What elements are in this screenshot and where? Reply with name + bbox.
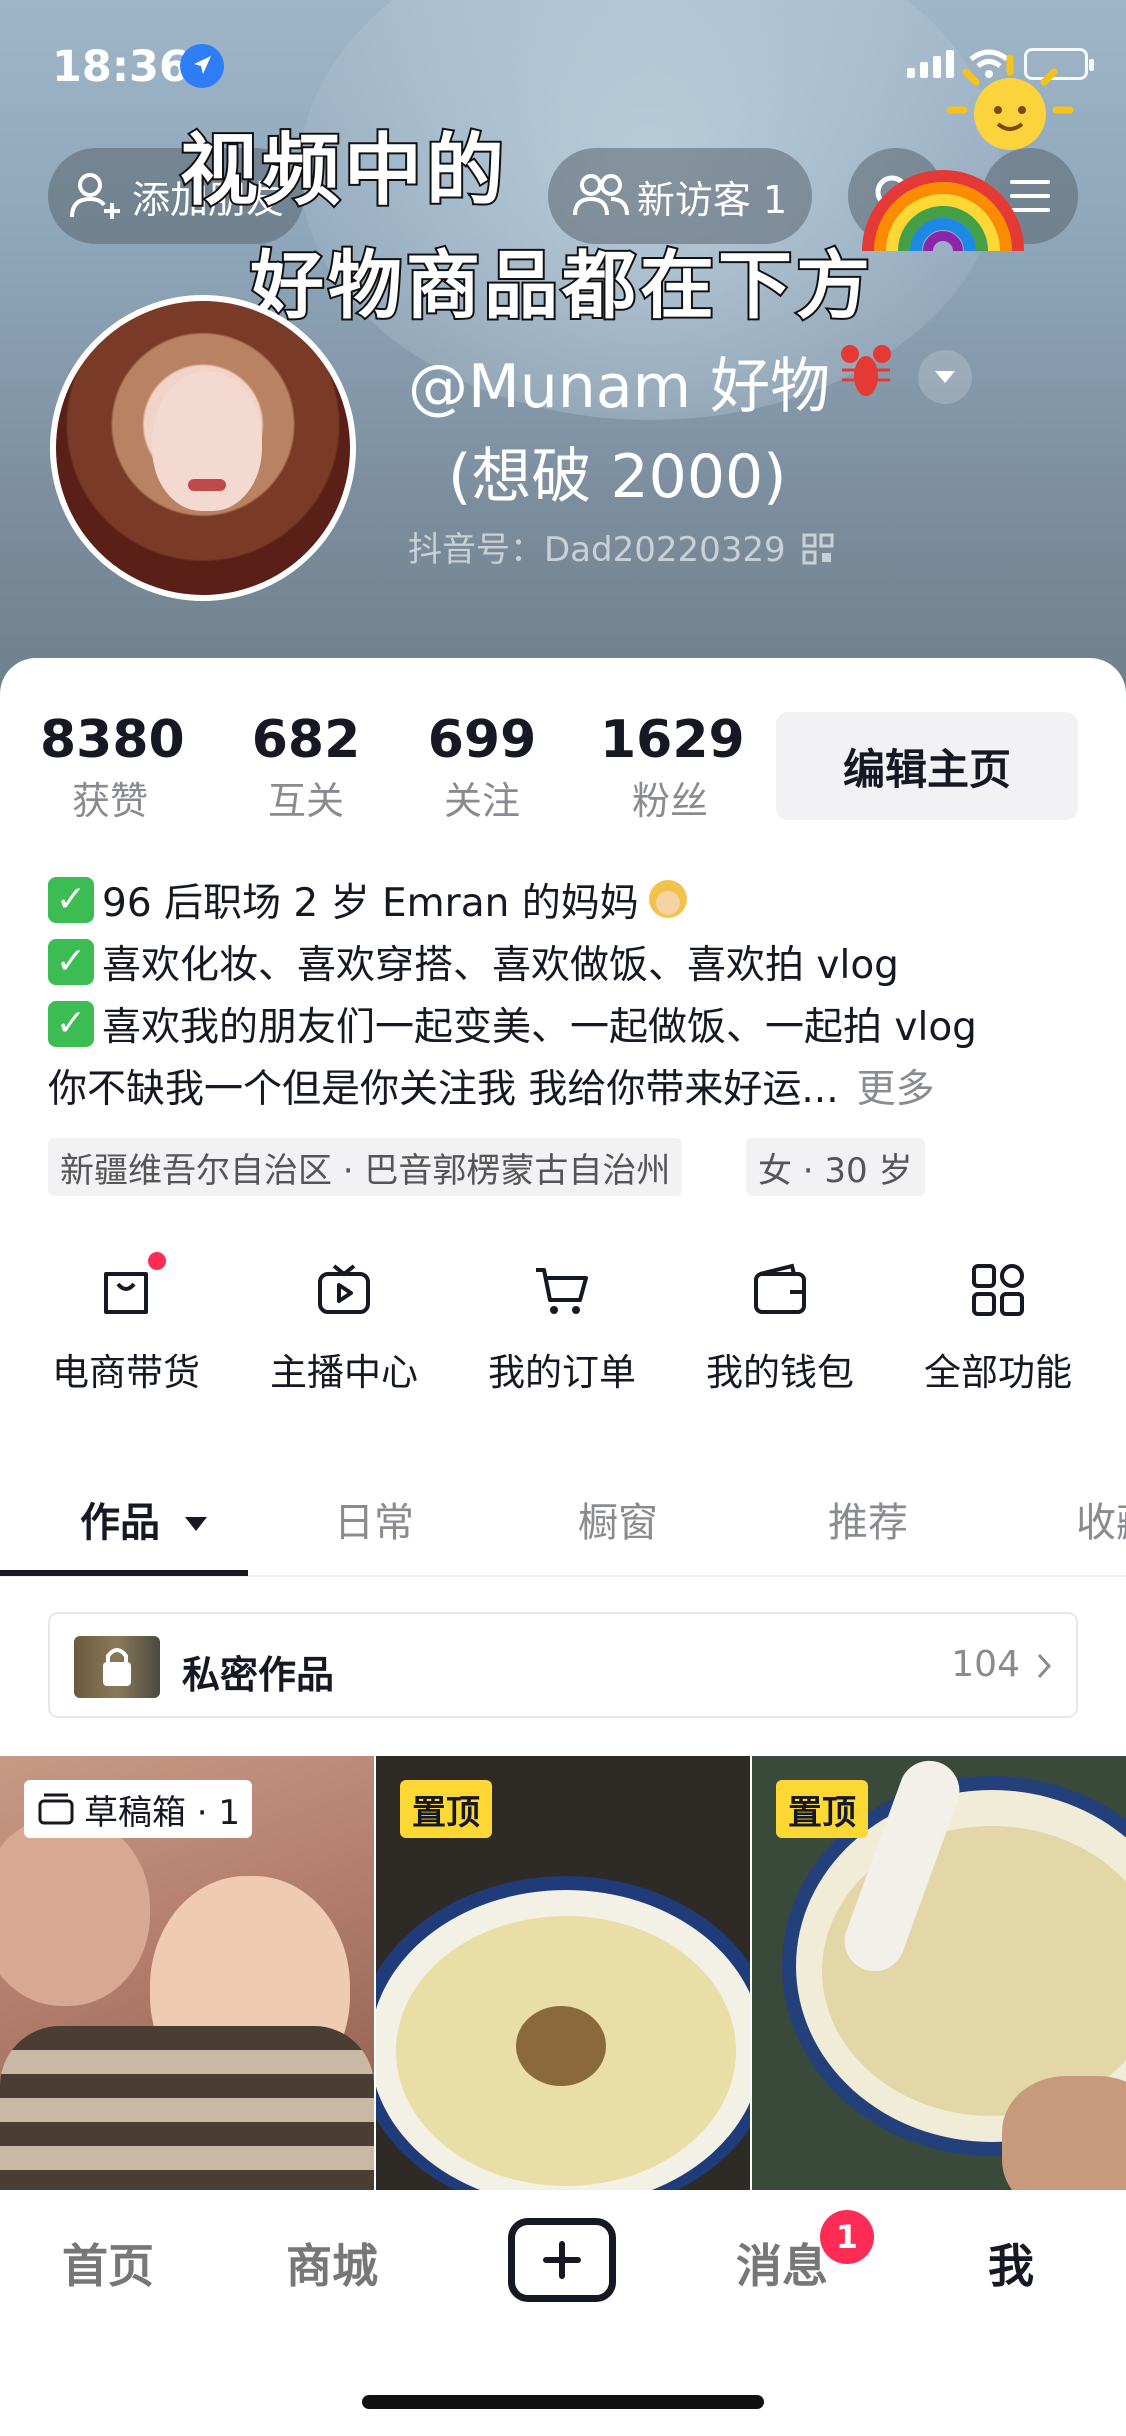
pinned-badge: 置顶 xyxy=(400,1780,492,1838)
check-mark-icon: ✓ xyxy=(48,877,94,923)
caret-down-icon xyxy=(935,371,955,383)
pinned-badge: 置顶 xyxy=(776,1780,868,1838)
cart-icon xyxy=(536,1268,588,1314)
active-tab-underline xyxy=(0,1570,248,1576)
bio-more-link[interactable]: 更多 xyxy=(857,1058,935,1114)
stat-following-label: 关注 xyxy=(443,779,520,823)
bio-line-4: 你不缺我一个但是你关注我 我给你带来好运... 更多 xyxy=(48,1058,935,1114)
banner-overlay-line2: 好物商品都在下方 xyxy=(248,241,874,331)
draft-box-icon xyxy=(38,1793,74,1825)
tab-showcase[interactable]: 橱窗 xyxy=(578,1490,658,1548)
stat-mutual-label: 互关 xyxy=(267,779,344,823)
draft-badge-text: 草稿箱 · 1 xyxy=(84,1792,241,1833)
check-mark-icon: ✓ xyxy=(48,1001,94,1047)
plus-icon xyxy=(543,2241,581,2279)
tv-play-icon xyxy=(318,1264,370,1314)
bio-line-3: ✓ 喜欢我的朋友们一起变美、一起做饭、一起拍 vlog xyxy=(48,996,977,1052)
stat-mutual[interactable]: 682 互关 xyxy=(236,710,376,825)
chevron-right-icon xyxy=(1037,1653,1052,1679)
bio-line-4-text: 你不缺我一个但是你关注我 我给你带来好运... xyxy=(48,1067,839,1112)
stat-likes-value: 8380 xyxy=(40,710,185,770)
stat-mutual-value: 682 xyxy=(251,710,361,770)
func-my-wallet-label: 我的钱包 xyxy=(706,1351,854,1394)
func-ecommerce-label: 电商带货 xyxy=(52,1351,200,1394)
bio-line-3-text: 喜欢我的朋友们一起变美、一起做饭、一起拍 vlog xyxy=(102,1005,977,1050)
stat-following[interactable]: 699 关注 xyxy=(412,710,552,825)
bio-line-2: ✓ 喜欢化妆、喜欢穿搭、喜欢做饭、喜欢拍 vlog xyxy=(48,934,899,990)
message-count-badge: 1 xyxy=(820,2210,874,2264)
tab-favorites[interactable]: 收藏 xyxy=(1076,1490,1126,1548)
nav-messages[interactable]: 消息 xyxy=(736,2230,828,2296)
edit-profile-button[interactable]: 编辑主页 xyxy=(776,712,1078,820)
home-indicator xyxy=(362,2395,764,2409)
nickname: @Munam 好物 xyxy=(408,352,831,422)
shopping-bag-icon xyxy=(104,1272,148,1314)
nav-mall[interactable]: 商城 xyxy=(286,2230,378,2296)
gender-age-tag: 女 · 30 岁 xyxy=(746,1138,925,1196)
lock-icon xyxy=(103,1648,131,1686)
private-works-row[interactable]: 私密作品 104 xyxy=(48,1612,1078,1718)
video-thumbnail-draft[interactable]: 草稿箱 · 1 xyxy=(0,1756,374,2190)
douyin-id-text: 抖音号：Dad20220329 xyxy=(408,530,786,570)
tab-recommend[interactable]: 推荐 xyxy=(828,1490,908,1548)
douyin-id[interactable]: 抖音号：Dad20220329 xyxy=(408,522,834,571)
func-my-orders[interactable]: 我的订单 xyxy=(472,1260,652,1396)
status-time: 18:36 xyxy=(52,42,189,92)
rainbow-sticker-icon xyxy=(862,170,1024,252)
woman-emoji-icon xyxy=(648,880,687,918)
func-streamer-center[interactable]: 主播中心 xyxy=(254,1260,434,1396)
stat-followers[interactable]: 1629 粉丝 xyxy=(600,710,745,825)
qr-code-icon xyxy=(802,533,834,565)
tab-works[interactable]: 作品 xyxy=(80,1490,208,1548)
location-arrow-icon xyxy=(180,44,224,88)
stat-likes-label: 获赞 xyxy=(71,779,148,823)
avatar[interactable] xyxy=(50,295,356,601)
func-all-features[interactable]: 全部功能 xyxy=(908,1260,1088,1396)
tab-favorites-label: 收藏 xyxy=(1076,1500,1126,1546)
banner-overlay-line1: 视频中的 xyxy=(178,124,509,218)
create-post-button[interactable] xyxy=(508,2218,616,2302)
stat-followers-label: 粉丝 xyxy=(631,779,708,823)
func-my-orders-label: 我的订单 xyxy=(488,1351,636,1394)
draft-badge: 草稿箱 · 1 xyxy=(24,1780,253,1838)
stat-following-value: 699 xyxy=(427,710,537,770)
nav-me[interactable]: 我 xyxy=(988,2230,1034,2296)
func-all-features-label: 全部功能 xyxy=(924,1351,1072,1394)
tab-works-label: 作品 xyxy=(80,1500,160,1546)
func-streamer-center-label: 主播中心 xyxy=(270,1351,418,1394)
nav-home[interactable]: 首页 xyxy=(62,2230,154,2296)
apps-icon xyxy=(972,1264,1024,1316)
lobster-emoji-icon xyxy=(841,345,891,396)
video-thumbnail-pinned-1[interactable]: 置顶 xyxy=(376,1756,750,2190)
check-mark-icon: ✓ xyxy=(48,939,94,985)
stat-likes[interactable]: 8380 获赞 xyxy=(40,710,185,825)
private-works-label: 私密作品 xyxy=(182,1653,335,1697)
visitors-icon xyxy=(572,174,629,216)
account-switch-button[interactable] xyxy=(918,350,972,404)
tab-daily[interactable]: 日常 xyxy=(334,1490,414,1548)
video-thumbnail-pinned-2[interactable]: 置顶 xyxy=(752,1756,1126,2190)
func-my-wallet[interactable]: 我的钱包 xyxy=(690,1260,870,1396)
bio-line-1: ✓ 96 后职场 2 岁 Emran 的妈妈 xyxy=(48,872,691,928)
add-person-icon xyxy=(69,173,120,219)
wallet-icon xyxy=(754,1263,806,1314)
new-visitors-label: 新访客 1 xyxy=(636,177,788,222)
private-works-thumbnail xyxy=(74,1636,160,1698)
notification-dot xyxy=(148,1252,166,1270)
stat-followers-value: 1629 xyxy=(600,710,745,770)
nickname-subtitle: (想破 2000) xyxy=(448,442,787,512)
bio-line-2-text: 喜欢化妆、喜欢穿搭、喜欢做饭、喜欢拍 vlog xyxy=(102,943,899,988)
private-works-count: 104 xyxy=(951,1644,1020,1685)
location-tag: 新疆维吾尔自治区 · 巴音郭楞蒙古自治州 xyxy=(48,1138,683,1196)
caret-down-icon xyxy=(184,1517,207,1531)
bio-line-1-text: 96 后职场 2 岁 Emran 的妈妈 xyxy=(102,881,639,926)
func-ecommerce[interactable]: 电商带货 xyxy=(36,1252,216,1396)
